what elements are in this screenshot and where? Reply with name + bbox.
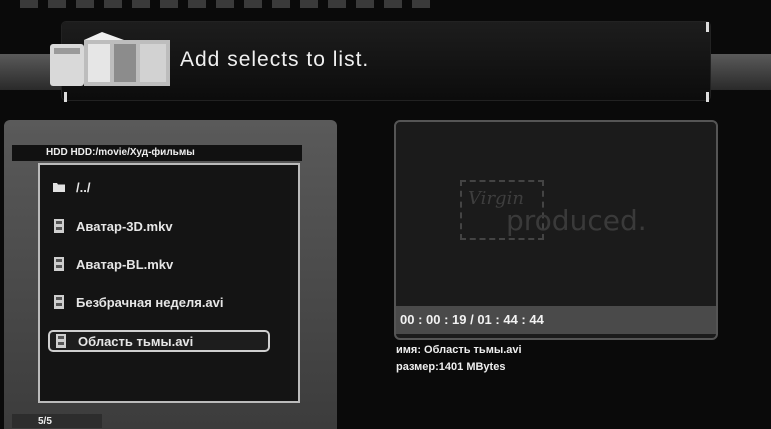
top-decoration [20, 0, 440, 8]
list-item[interactable]: Безбрачная неделя.avi [52, 291, 224, 313]
logo-text: produced. [506, 204, 647, 237]
list-item-label: Аватар-3D.mkv [76, 218, 173, 234]
list-item-label: Область тьмы.avi [78, 333, 194, 349]
folder-icon [52, 180, 66, 194]
corner-mark [706, 92, 709, 102]
video-file-icon [52, 257, 66, 271]
list-item[interactable]: Аватар-BL.mkv [52, 253, 173, 275]
corner-mark [64, 92, 67, 102]
list-item-label: Безбрачная неделя.avi [76, 294, 224, 310]
list-item-selected[interactable]: Область тьмы.avi [48, 330, 270, 352]
film-clapper-icon [44, 30, 172, 90]
header-title: Add selects to list. [180, 48, 370, 71]
list-item[interactable]: Аватар-3D.mkv [52, 215, 173, 237]
file-list: /../ Аватар-3D.mkv Аватар-BL.mkv Безбрач… [38, 163, 300, 403]
video-preview: Virgin produced. 00 : 00 : 19 / 01 : 44 … [394, 120, 718, 340]
list-item-label: /../ [76, 179, 91, 195]
corner-mark [706, 22, 709, 32]
item-counter: 5/5 [38, 416, 52, 427]
timecode: 00 : 00 : 19 / 01 : 44 : 44 [396, 306, 716, 334]
video-file-icon [52, 295, 66, 309]
file-name-info: имя: Область тьмы.avi [396, 344, 522, 356]
video-file-icon [52, 219, 66, 233]
list-item-parent[interactable]: /../ [52, 176, 90, 198]
list-item-label: Аватар-BL.mkv [76, 256, 174, 272]
counter-bar [12, 414, 102, 428]
video-file-icon [54, 334, 68, 348]
file-size-info: размер:1401 MBytes [396, 361, 506, 373]
path-bar: HDD HDD:/movie/Худ-фильмы [12, 145, 302, 161]
